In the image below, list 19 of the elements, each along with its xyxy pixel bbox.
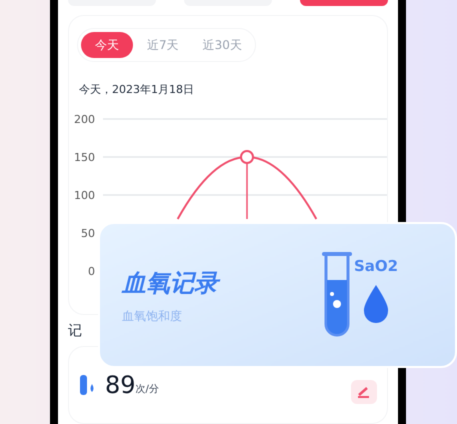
axis-tick-label: 0 <box>88 264 95 278</box>
axis-tick-label: 150 <box>74 150 95 164</box>
tab-button[interactable] <box>300 0 388 6</box>
axis-tick-label: 200 <box>74 112 95 126</box>
section-title: 记 <box>68 322 83 342</box>
sao2-label: SaO2 <box>354 256 398 277</box>
pencil-icon <box>357 386 371 398</box>
date-label: 今天，2023年1月18日 <box>79 82 195 98</box>
axis-tick-label: 50 <box>81 226 95 240</box>
reading-unit: 次/分 <box>136 382 159 397</box>
range-tab[interactable]: 近30天 <box>192 32 252 58</box>
edit-button[interactable] <box>351 380 377 404</box>
reading-value: 89 <box>105 370 136 402</box>
range-tab[interactable]: 近7天 <box>137 32 189 58</box>
drop-icon <box>363 285 390 324</box>
axis-tick-label: 100 <box>74 188 95 202</box>
range-tab[interactable]: 今天 <box>81 32 133 58</box>
card-title: 血氧记录 <box>122 265 218 301</box>
card-subtitle: 血氧饱和度 <box>122 308 183 325</box>
